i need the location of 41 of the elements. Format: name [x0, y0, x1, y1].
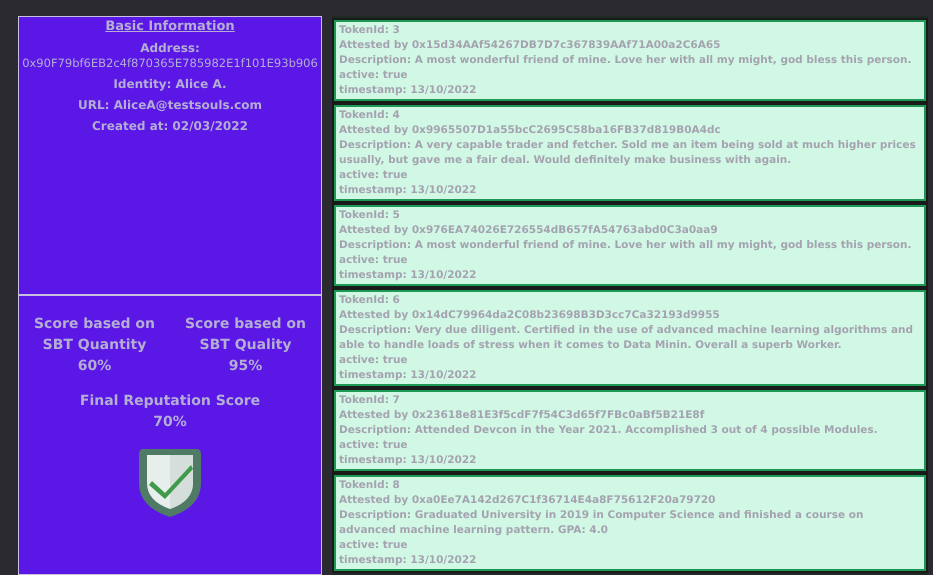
score-value: 95%: [228, 357, 262, 376]
url-text: URL: AliceA@testsouls.com: [78, 98, 262, 112]
token-description: Description: Attended Devcon in the Year 2021. Accomplished 3 out of 4 possible Modules.: [339, 423, 879, 438]
token-timestamp: timestamp: 13/10/2022: [339, 553, 478, 568]
token-timestamp: timestamp: 13/10/2022: [339, 183, 478, 198]
address-value: 0x90F79bf6EB2c4f870365E785982E1f101E93b906: [22, 56, 318, 70]
final-score-value: 70%: [153, 413, 187, 432]
active-status: active: true: [339, 68, 409, 83]
address-label: Address:: [140, 41, 200, 55]
attested-by: Attested by 0xa0Ee7A142d267C1f36714E4a8F75612F20a79720: [339, 493, 716, 508]
token-description: Description: A most wonderful friend of mine. Love her with all my might, god bless this person.: [339, 238, 912, 253]
active-status: active: true: [339, 353, 409, 368]
section-title: Basic Information: [105, 19, 235, 34]
attested-by: Attested by 0x9965507D1a55bcC2695C58ba16FB37d819B0A4dc: [339, 123, 722, 138]
token-id: TokenId: 7: [339, 393, 401, 408]
token-timestamp: timestamp: 13/10/2022: [339, 268, 478, 283]
active-status: active: true: [339, 438, 409, 453]
identity-text: Identity: Alice A.: [113, 77, 227, 91]
score-label: Score based on SBT Quantity: [32, 315, 156, 355]
token-id: TokenId: 3: [339, 23, 401, 38]
score-label: Score based on SBT Quality: [184, 315, 308, 355]
token-id: TokenId: 5: [339, 208, 401, 223]
token-id: TokenId: 6: [339, 293, 401, 308]
final-score-label: Final Reputation Score: [80, 392, 260, 411]
active-status: active: true: [339, 538, 409, 553]
attested-by: Attested by 0x23618e81E3f5cdF7f54C3d65f7FBc0aBf5B21E8f: [339, 408, 706, 423]
active-status: active: true: [339, 168, 409, 183]
token-description: Description: Very due diligent. Certified in the use of advanced machine learning algorithms and able to handle loads of stress when it comes to Data Minin. Overall a superb Worker.: [339, 323, 914, 353]
token-id: TokenId: 8: [339, 478, 401, 493]
score-value: 60%: [78, 357, 112, 376]
token-timestamp: timestamp: 13/10/2022: [339, 453, 478, 468]
attested-by: Attested by 0x15d34AAf54267DB7D7c367839AAf71A00a2C6A65: [339, 38, 722, 53]
token-timestamp: timestamp: 13/10/2022: [339, 368, 478, 383]
attested-by: Attested by 0x976EA74026E726554dB657fA54763abd0C3a0aa9: [339, 223, 719, 238]
token-description: Description: A very capable trader and fetcher. Sold me an item being sold at much higher prices usually, but gave me a fair deal. Would definitely make business with again.: [339, 138, 917, 168]
created-date: Created at: 02/03/2022: [92, 119, 248, 133]
token-description: Description: A most wonderful friend of mine. Love her with all my might, god bless this person.: [339, 53, 912, 68]
active-status: active: true: [339, 253, 409, 268]
token-id: TokenId: 4: [339, 108, 401, 123]
token-timestamp: timestamp: 13/10/2022: [339, 83, 478, 98]
attested-by: Attested by 0x14dC79964da2C08b23698B3D3cc7Ca32193d9955: [339, 308, 721, 323]
